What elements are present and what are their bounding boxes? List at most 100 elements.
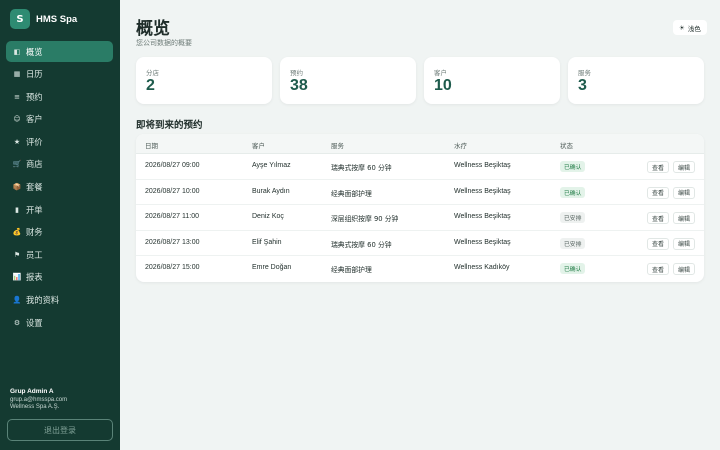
edit-button[interactable]: 编辑: [673, 263, 696, 276]
cell-customer: Ayşe Yılmaz: [252, 162, 291, 169]
main-content: 概览 您公司数据的概要 ☀ 浅色 分店 2 预约 38 客户 10 服务 3 即…: [120, 0, 720, 450]
sidebar-item-label: 设置: [26, 317, 43, 328]
column-header-date: 日期: [145, 142, 158, 150]
edit-button[interactable]: 编辑: [673, 212, 696, 225]
stat-card-customers: 客户 10: [424, 57, 560, 104]
sidebar-item-label: 开单: [26, 204, 43, 215]
sidebar-item-7[interactable]: ▮ 开单: [6, 199, 113, 220]
sidebar: S HMS Spa ◧ 概览 ▦ 日历 ≡ 预约 ☺ 客户 ★ 评价 🛒 商店 📦 套餐 ▮ 开单 💰 财务 ⚑ 员工…: [0, 0, 120, 450]
column-header-customer: 客户: [252, 142, 265, 150]
theme-toggle-button[interactable]: ☀ 浅色: [673, 20, 707, 35]
user-email: grup.a@hmsspa.com: [10, 396, 68, 403]
sidebar-item-6[interactable]: 📦 套餐: [6, 177, 113, 198]
theme-toggle-label: 浅色: [687, 24, 701, 33]
status-badge: 已确认: [560, 263, 586, 275]
sun-icon: ☀: [679, 23, 685, 32]
sidebar-item-10[interactable]: 📊 报表: [6, 267, 113, 288]
cart-icon: 🛒: [12, 160, 22, 169]
stat-label: 服务: [578, 69, 591, 77]
cell-date: 2026/08/27 10:00: [145, 187, 200, 195]
upcoming-appointments-table: 日期 客户 服务 水疗 状态 2026/08/27 09:00 Ayşe Yılm…: [136, 134, 704, 282]
logout-button[interactable]: 退出登录: [7, 419, 113, 441]
status-badge: 已安排: [560, 212, 586, 224]
page-title: 概览: [136, 19, 170, 39]
sidebar-item-2[interactable]: ≡ 预约: [6, 86, 113, 107]
sidebar-item-label: 员工: [26, 249, 43, 260]
brand-logo: S: [10, 9, 30, 29]
sidebar-item-11[interactable]: 👤 我的资料: [6, 290, 113, 311]
stat-label: 分店: [146, 69, 159, 77]
cell-date: 2026/08/27 15:00: [145, 264, 200, 272]
cell-spa: Wellness Beşiktaş: [454, 187, 511, 195]
column-header-service: 服务: [331, 142, 344, 150]
user-name: Grup Admin A: [10, 388, 54, 395]
stat-card-services: 服务 3: [568, 57, 704, 104]
sidebar-item-4[interactable]: ★ 评价: [6, 131, 113, 152]
chart-icon: 📊: [12, 273, 22, 282]
status-badge: 已确认: [560, 161, 586, 172]
gear-icon: ⚙: [13, 318, 21, 327]
stat-value: 3: [578, 77, 587, 94]
receipt-icon: ▮: [15, 205, 19, 214]
cell-service: 瑞典式按摩 60 分钟: [331, 164, 392, 172]
sidebar-item-label: 我的资料: [26, 295, 60, 306]
sidebar-item-9[interactable]: ⚑ 员工: [6, 244, 113, 265]
sidebar-item-label: 套餐: [26, 182, 43, 193]
status-badge: 已安排: [560, 237, 586, 249]
cell-service: 经典面部护理: [331, 189, 372, 198]
customer-icon: ☺: [13, 115, 21, 124]
cell-date: 2026/08/27 13:00: [145, 238, 200, 246]
view-button[interactable]: 查看: [647, 212, 670, 225]
sidebar-item-5[interactable]: 🛒 商店: [6, 154, 113, 175]
sidebar-item-label: 财务: [26, 227, 43, 238]
list-icon: ≡: [14, 92, 20, 101]
brand[interactable]: S HMS Spa: [10, 9, 77, 29]
sidebar-item-8[interactable]: 💰 财务: [6, 222, 113, 243]
cell-date: 2026/08/27 11:00: [145, 213, 199, 221]
sidebar-item-1[interactable]: ▦ 日历: [6, 64, 113, 85]
sidebar-nav: ◧ 概览 ▦ 日历 ≡ 预约 ☺ 客户 ★ 评价 🛒 商店 📦 套餐 ▮ 开单 💰 财务 ⚑ 员工 📊 报表 👤 我的资料 ⚙ 设…: [6, 41, 113, 335]
user-info: Grup Admin A grup.a@hmsspa.com Wellness …: [10, 388, 67, 410]
page-subtitle: 您公司数据的概要: [136, 39, 192, 47]
cell-service: 瑞典式按摩 60 分钟: [331, 240, 392, 249]
view-button[interactable]: 查看: [647, 237, 670, 250]
sidebar-item-3[interactable]: ☺ 客户: [6, 109, 113, 130]
stat-card-branches: 分店 2: [136, 57, 272, 104]
sidebar-item-12[interactable]: ⚙ 设置: [6, 312, 113, 333]
stat-label: 预约: [290, 69, 303, 77]
edit-button[interactable]: 编辑: [673, 161, 696, 173]
stat-value: 2: [146, 77, 155, 94]
sidebar-item-0[interactable]: ◧ 概览: [6, 41, 113, 62]
package-icon: 📦: [12, 183, 22, 192]
layout-icon: ◧: [13, 47, 21, 56]
edit-button[interactable]: 编辑: [673, 186, 696, 199]
stat-label: 客户: [434, 69, 447, 77]
table-row: 2026/08/27 09:00 Ayşe Yılmaz 瑞典式按摩 60 分钟 We…: [136, 154, 704, 180]
cell-customer: Elif Şahin: [252, 238, 282, 246]
edit-button[interactable]: 编辑: [673, 237, 696, 250]
cell-service: 经典面部护理: [331, 266, 372, 275]
cell-spa: Wellness Kadıköy: [454, 264, 510, 272]
column-header-status: 状态: [560, 142, 573, 150]
table-header: 日期 客户 服务 水疗 状态: [136, 134, 704, 154]
profile-icon: 👤: [12, 296, 22, 305]
stat-card-appointments: 预约 38: [280, 57, 416, 104]
table-row: 2026/08/27 15:00 Emre Doğan 经典面部护理 Wellness…: [136, 256, 704, 282]
sidebar-item-label: 客户: [26, 114, 43, 125]
table-row: 2026/08/27 11:00 Deniz Koç 深层组织按摩 90 分钟 Wel…: [136, 205, 704, 231]
calendar-icon: ▦: [13, 70, 21, 79]
user-company: Wellness Spa A.Ş.: [10, 404, 60, 410]
flag-icon: ⚑: [13, 250, 21, 259]
view-button[interactable]: 查看: [647, 263, 670, 276]
brand-name: HMS Spa: [36, 13, 78, 25]
status-badge: 已确认: [560, 186, 586, 198]
cell-customer: Deniz Koç: [252, 213, 284, 221]
sidebar-item-label: 评价: [26, 136, 43, 147]
sidebar-item-label: 报表: [26, 272, 43, 283]
sidebar-item-label: 商店: [26, 159, 43, 170]
cell-customer: Burak Aydın: [252, 187, 290, 195]
view-button[interactable]: 查看: [647, 161, 670, 173]
upcoming-section-title: 即将到来的预约: [136, 120, 203, 131]
view-button[interactable]: 查看: [647, 186, 670, 199]
cell-spa: Wellness Beşiktaş: [454, 162, 511, 169]
